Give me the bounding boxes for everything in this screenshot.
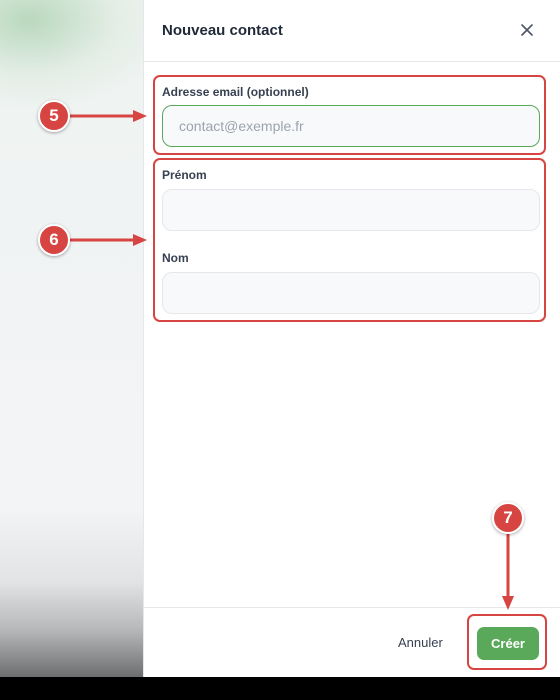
- highlight-name-fields: [153, 158, 546, 322]
- panel-header: Nouveau contact: [144, 0, 560, 62]
- screenshot-stage: Nouveau contact Adresse email (optionnel…: [0, 0, 560, 677]
- bottom-black-bar: [0, 677, 560, 700]
- panel-title: Nouveau contact: [162, 22, 283, 39]
- page-backdrop: [0, 0, 143, 677]
- step-badge-7: 7: [492, 502, 524, 534]
- highlight-create-button: [467, 614, 547, 670]
- highlight-email-field: [153, 75, 546, 155]
- step-badge-6: 6: [38, 224, 70, 256]
- cancel-button[interactable]: Annuler: [398, 635, 443, 650]
- close-button[interactable]: [518, 21, 536, 39]
- step-badge-5: 5: [38, 100, 70, 132]
- close-icon: [521, 24, 533, 36]
